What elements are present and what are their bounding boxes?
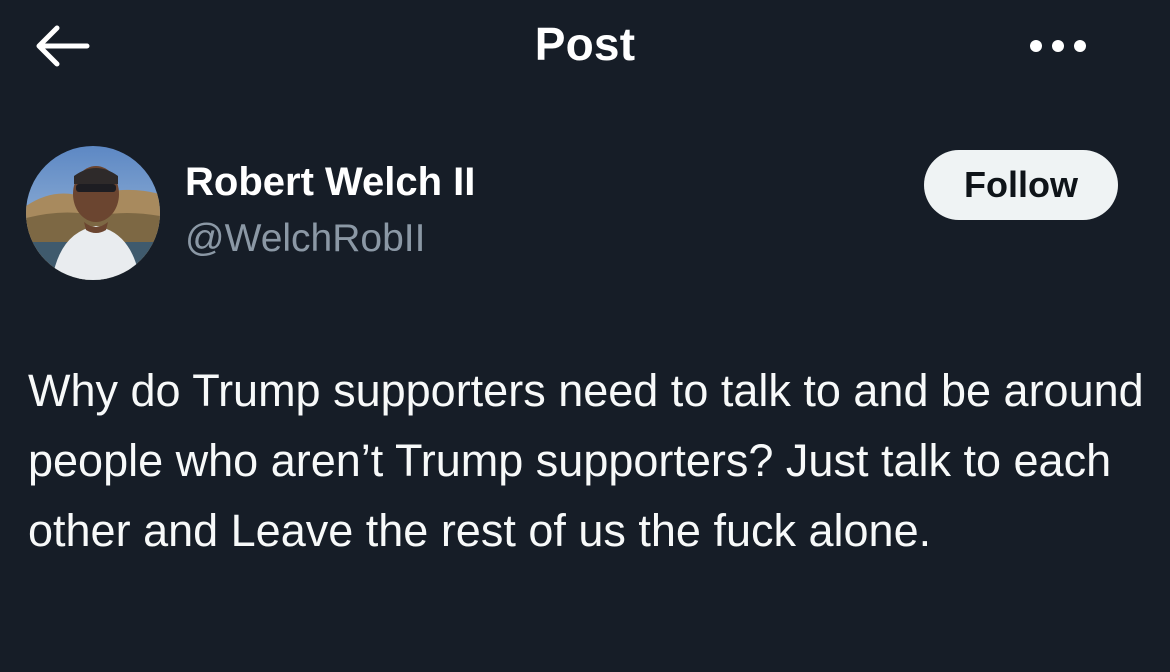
author-name[interactable]: Robert Welch II [185,160,475,205]
profile-photo [26,146,160,280]
page-title: Post [534,18,636,70]
post-text: Why do Trump supporters need to talk to … [28,365,1144,556]
back-button[interactable] [26,18,96,74]
author-handle[interactable]: @WelchRobII [185,217,425,261]
more-options-button[interactable] [1018,26,1098,66]
post-screen: Post Robert Welch II @WelchRobII Follow … [0,0,1170,672]
more-horizontal-icon [1030,40,1086,52]
avatar[interactable] [26,146,160,280]
arrow-left-icon [36,25,90,67]
follow-button[interactable]: Follow [924,150,1118,220]
top-bar: Post [0,0,1170,92]
